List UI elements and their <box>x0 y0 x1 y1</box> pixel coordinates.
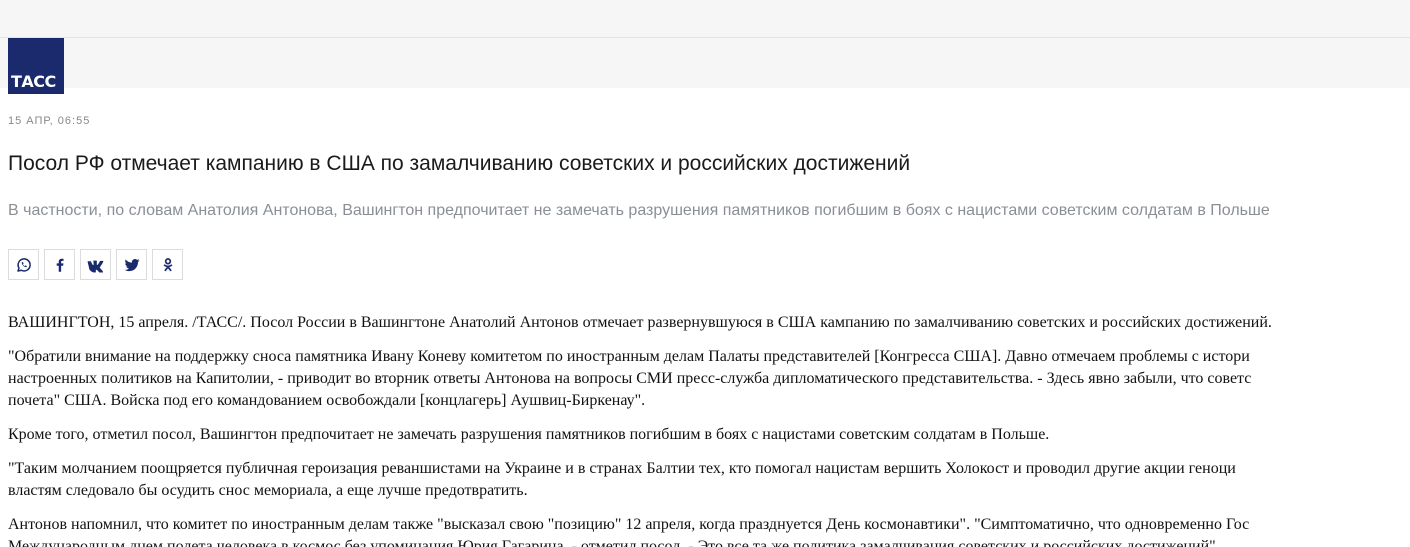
article-lead: В частности, по словам Анатолия Антонова… <box>8 202 1270 219</box>
odnoklassniki-share-button[interactable] <box>152 249 183 280</box>
article-paragraph: "Обратили внимание на поддержку сноса па… <box>8 346 1410 412</box>
article-line: Международным днем полета человека в кос… <box>8 538 1220 547</box>
article-date: 15 АПР, 06:55 <box>8 115 91 127</box>
article-line: Кроме того, отметил посол, Вашингтон пре… <box>8 426 1050 443</box>
facebook-icon <box>56 258 64 272</box>
whatsapp-icon <box>16 257 31 272</box>
article-line: "Таким молчанием поощряется публичная ге… <box>8 460 1236 477</box>
twitter-icon <box>124 258 139 271</box>
vk-share-button[interactable] <box>80 249 111 280</box>
article-line: Антонов напомнил, что комитет по иностра… <box>8 516 1250 533</box>
article-body: ВАШИНГТОН, 15 апреля. /ТАСС/. Посол Росс… <box>8 312 1410 547</box>
odnoklassniki-icon <box>163 257 172 271</box>
article-headline: Посол РФ отмечает кампанию в США по зама… <box>8 152 911 175</box>
article-paragraph: Кроме того, отметил посол, Вашингтон пре… <box>8 424 1410 446</box>
whatsapp-share-button[interactable] <box>8 249 39 280</box>
article-paragraph: Антонов напомнил, что комитет по иностра… <box>8 514 1410 547</box>
article-paragraph: ВАШИНГТОН, 15 апреля. /ТАСС/. Посол Росс… <box>8 312 1410 334</box>
site-header <box>0 38 1410 88</box>
share-bar <box>8 249 183 280</box>
article-line: "Обратили внимание на поддержку сноса па… <box>8 348 1250 365</box>
tass-logo-text: ТАСС <box>11 72 56 91</box>
vk-icon <box>87 260 103 272</box>
article-line: ВАШИНГТОН, 15 апреля. /ТАСС/. Посол Росс… <box>8 314 1272 331</box>
article-line: почета" США. Войска под его командование… <box>8 392 646 409</box>
article-line: властям следовало бы осудить снос мемори… <box>8 482 528 499</box>
facebook-share-button[interactable] <box>44 249 75 280</box>
twitter-share-button[interactable] <box>116 249 147 280</box>
article-paragraph: "Таким молчанием поощряется публичная ге… <box>8 458 1410 502</box>
article-line: настроенных политиков на Капитолии, - пр… <box>8 370 1252 387</box>
browser-top-strip <box>0 0 1410 38</box>
tass-logo[interactable]: ТАСС <box>8 38 64 94</box>
